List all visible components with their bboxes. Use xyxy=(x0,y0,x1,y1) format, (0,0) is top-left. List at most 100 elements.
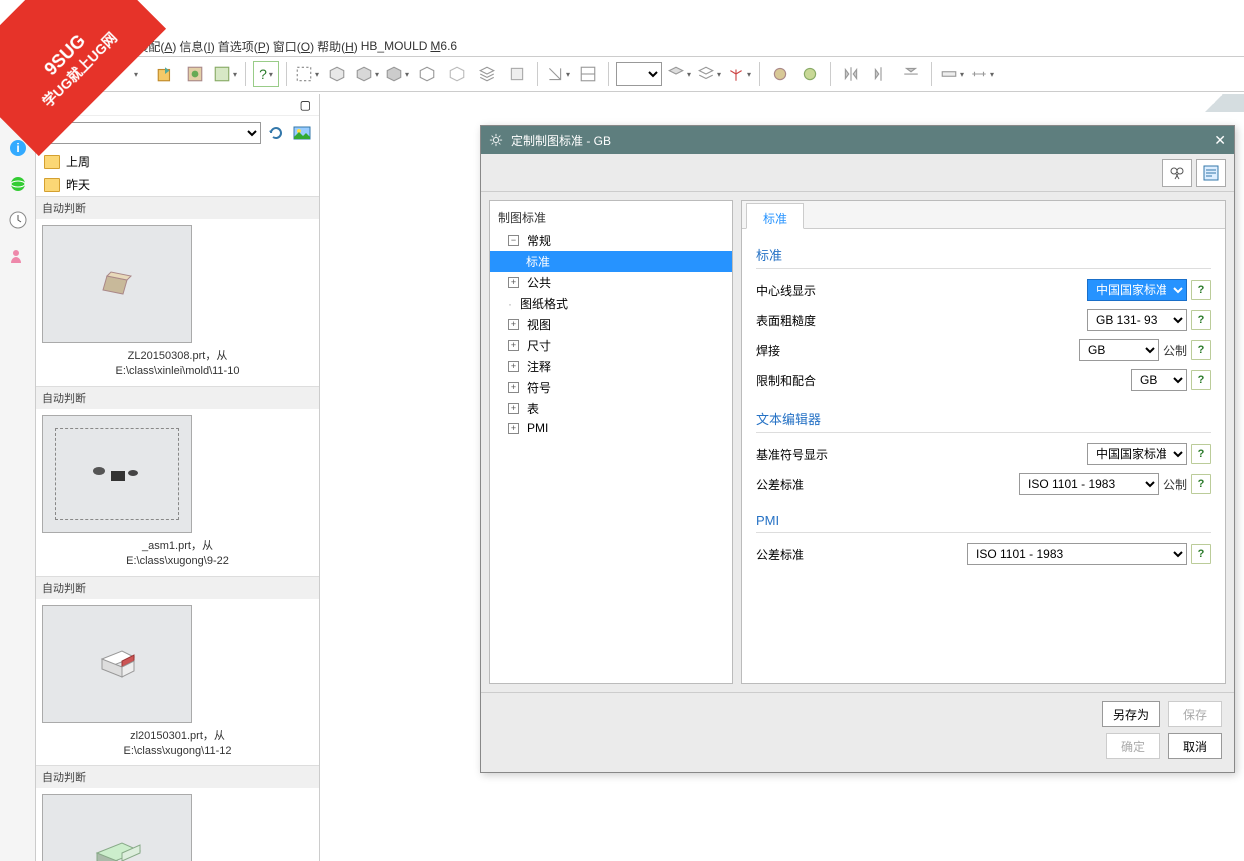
tree-symbol[interactable]: +符号 xyxy=(490,377,732,398)
tree-common[interactable]: +公共 xyxy=(490,272,732,293)
section-standard-title: 标准 xyxy=(756,239,1211,269)
limit-select[interactable]: GB xyxy=(1131,369,1187,391)
toolbar-mirror-1[interactable] xyxy=(838,61,864,87)
menu-version[interactable]: M6.6 xyxy=(430,39,457,53)
history-thumb xyxy=(42,415,192,533)
history-refresh-icon[interactable] xyxy=(265,122,287,144)
tree-annotation[interactable]: +注释 xyxy=(490,356,732,377)
toolbar-csys[interactable] xyxy=(726,61,752,87)
toolbar-measure-1[interactable] xyxy=(939,61,965,87)
tolerance-select[interactable]: ISO 1101 - 1983 xyxy=(1019,473,1159,495)
help-icon[interactable] xyxy=(1191,370,1211,390)
dialog-settings-button[interactable] xyxy=(1196,159,1226,187)
menu-preferences[interactable]: 首选项(P) xyxy=(218,38,270,55)
tree-view[interactable]: +视图 xyxy=(490,314,732,335)
section-texteditor-title: 文本编辑器 xyxy=(756,403,1211,433)
datum-label: 基准符号显示 xyxy=(756,446,1079,463)
history-search-select[interactable] xyxy=(42,122,261,144)
weld-select[interactable]: GB xyxy=(1079,339,1159,361)
toolbar-clip[interactable] xyxy=(575,61,601,87)
pmi-tolerance-label: 公差标准 xyxy=(756,546,959,563)
folder-icon xyxy=(44,178,60,192)
toolbar-measure-2[interactable] xyxy=(969,61,995,87)
toolbar-btn-1[interactable] xyxy=(152,61,178,87)
toolbar-wireframe-2[interactable] xyxy=(444,61,470,87)
toolbar-wireframe-1[interactable] xyxy=(414,61,440,87)
tree-pmi[interactable]: +PMI xyxy=(490,419,732,437)
weld-label: 焊接 xyxy=(756,342,1071,359)
section-pmi-title: PMI xyxy=(756,507,1211,533)
tree-general[interactable]: −常规 xyxy=(490,230,732,251)
toolbar-rect[interactable] xyxy=(504,61,530,87)
toolbar-section[interactable] xyxy=(545,61,571,87)
dialog-close-icon[interactable]: ✕ xyxy=(1214,132,1226,149)
help-icon[interactable] xyxy=(1191,280,1211,300)
sidebar-web-icon[interactable] xyxy=(4,170,32,198)
history-item[interactable]: 自动判断 zl20150301.prt，从 E:\class\xugong\11… xyxy=(36,576,319,766)
history-undock-icon[interactable]: ▢ xyxy=(300,98,311,112)
help-icon[interactable] xyxy=(1191,444,1211,464)
toolbar-analysis-2[interactable] xyxy=(797,61,823,87)
history-item-head: 自动判断 xyxy=(36,387,319,409)
tree-table[interactable]: +表 xyxy=(490,398,732,419)
toolbar-btn-3[interactable] xyxy=(212,61,238,87)
toolbar-mirror-2[interactable] xyxy=(868,61,894,87)
toolbar-cube-1[interactable] xyxy=(324,61,350,87)
save-button[interactable]: 保存 xyxy=(1168,701,1222,727)
toolbar-layer-select[interactable] xyxy=(616,62,662,86)
help-icon[interactable] xyxy=(1191,340,1211,360)
menu-window[interactable]: 窗口(O) xyxy=(273,38,314,55)
sidebar-roles-icon[interactable] xyxy=(4,242,32,270)
toolbar-layers[interactable] xyxy=(474,61,500,87)
folder-lastweek[interactable]: 上周 xyxy=(36,150,319,173)
ok-button[interactable]: 确定 xyxy=(1106,733,1160,759)
toolbar-help-dropdown[interactable]: ? xyxy=(253,61,279,87)
history-item-head: 自动判断 xyxy=(36,766,319,788)
limit-label: 限制和配合 xyxy=(756,372,1123,389)
history-thumb xyxy=(42,225,192,343)
history-item[interactable]: 自动判断 _asm1.prt，从 E:\class\xugong\9-22 xyxy=(36,386,319,576)
toolbar-analysis-1[interactable] xyxy=(767,61,793,87)
tree-standard[interactable]: 标准 xyxy=(490,251,732,272)
toolbar-fit[interactable] xyxy=(294,61,320,87)
sidebar-history-icon[interactable] xyxy=(4,206,32,234)
menu-help[interactable]: 帮助(H) xyxy=(317,38,358,55)
centerline-label: 中心线显示 xyxy=(756,282,1079,299)
gear-icon xyxy=(489,133,503,147)
toolbar-layers-3[interactable] xyxy=(696,61,722,87)
toolbar-btn-2[interactable] xyxy=(182,61,208,87)
help-icon[interactable] xyxy=(1191,310,1211,330)
dialog-footer: 另存为 保存 确定 取消 xyxy=(481,692,1234,772)
toolbar-layers-2[interactable] xyxy=(666,61,692,87)
tab-standard[interactable]: 标准 xyxy=(746,203,804,229)
main-corner xyxy=(1184,94,1244,112)
menu-info[interactable]: 信息(I) xyxy=(179,38,214,55)
help-icon[interactable] xyxy=(1191,474,1211,494)
help-icon[interactable] xyxy=(1191,544,1211,564)
dialog-right-panel: 标准 标准 中心线显示 中国国家标准 表面粗糙度 GB 131- 93 xyxy=(741,200,1226,684)
centerline-select[interactable]: 中国国家标准 xyxy=(1087,279,1187,301)
tree-paper[interactable]: ·图纸格式 xyxy=(490,293,732,314)
history-thumb xyxy=(42,605,192,723)
history-item-head: 自动判断 xyxy=(36,197,319,219)
history-item[interactable]: 自动判断 ZL20150308.prt，从 E:\class\xinlei\mo… xyxy=(36,196,319,386)
menu-hbmould[interactable]: HB_MOULD xyxy=(361,39,428,53)
cancel-button[interactable]: 取消 xyxy=(1168,733,1222,759)
surface-select[interactable]: GB 131- 93 xyxy=(1087,309,1187,331)
dialog-find-button[interactable] xyxy=(1162,159,1192,187)
dialog-tabs: 标准 xyxy=(742,201,1225,229)
folder-icon xyxy=(44,155,60,169)
datum-select[interactable]: 中国国家标准 xyxy=(1087,443,1187,465)
pmi-tolerance-select[interactable]: ISO 1101 - 1983 xyxy=(967,543,1187,565)
toolbar-mirror-3[interactable] xyxy=(898,61,924,87)
dialog-titlebar[interactable]: 定制制图标准 - GB ✕ xyxy=(481,126,1234,154)
toolbar-cube-3[interactable] xyxy=(384,61,410,87)
history-item[interactable]: 自动判断 xyxy=(36,765,319,861)
tree-dimension[interactable]: +尺寸 xyxy=(490,335,732,356)
toolbar-cube-2[interactable] xyxy=(354,61,380,87)
history-image-icon[interactable] xyxy=(291,122,313,144)
folder-yesterday[interactable]: 昨天 xyxy=(36,173,319,196)
left-sidebar: i xyxy=(0,94,36,861)
saveas-button[interactable]: 另存为 xyxy=(1102,701,1160,727)
history-panel: 记录 ▢ 上周 昨天 自动判断 ZL20150308.prt，从 E:\clas… xyxy=(36,94,320,861)
